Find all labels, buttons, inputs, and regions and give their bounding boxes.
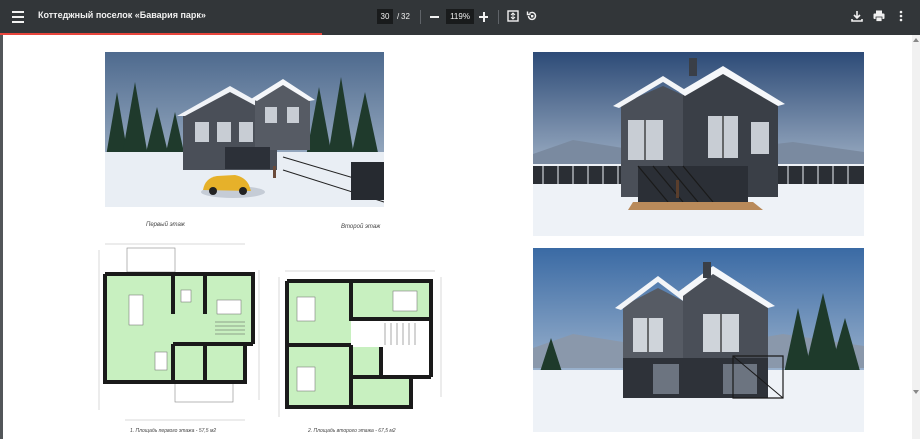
vertical-scrollbar[interactable]	[912, 35, 920, 439]
pdf-page: Первый этаж Второй этаж 1. Площадь перво…	[3, 35, 914, 439]
house-render-corner-view	[533, 248, 864, 432]
toolbar-divider	[420, 10, 421, 24]
toolbar-divider	[498, 10, 499, 24]
page-separator: /	[397, 12, 400, 21]
zoom-out-button[interactable]	[429, 9, 441, 24]
more-vert-icon[interactable]	[894, 9, 908, 23]
second-floor-caption: Второй этаж	[341, 224, 381, 230]
download-icon[interactable]	[850, 9, 864, 23]
first-floor-plan	[95, 240, 263, 425]
second-floor-area: 2. Площадь второго этажа - 67,5 м2	[308, 428, 396, 434]
zoom-in-button[interactable]	[478, 9, 490, 24]
second-floor-plan	[275, 267, 445, 427]
print-icon[interactable]	[872, 9, 886, 23]
document-title: Коттеджный поселок «Бавария парк»	[38, 10, 206, 20]
scroll-up-arrow-icon[interactable]	[913, 38, 919, 42]
house-render-front-with-car	[105, 52, 384, 207]
house-render-side-terrace	[533, 52, 864, 236]
first-floor-caption: Первый этаж	[146, 222, 185, 228]
current-page-input[interactable]: 30	[377, 9, 393, 24]
first-floor-area: 1. Площадь первого этажа - 57,5 м2	[130, 428, 217, 434]
total-pages: 32	[401, 12, 410, 21]
hamburger-menu-icon[interactable]	[8, 7, 28, 27]
pdf-toolbar: Коттеджный поселок «Бавария парк» 30 / 3…	[0, 0, 920, 34]
fit-page-icon[interactable]	[506, 9, 520, 23]
zoom-level-input[interactable]: 119%	[446, 9, 474, 24]
rotate-icon[interactable]	[525, 9, 539, 23]
scroll-down-arrow-icon[interactable]	[913, 390, 919, 394]
